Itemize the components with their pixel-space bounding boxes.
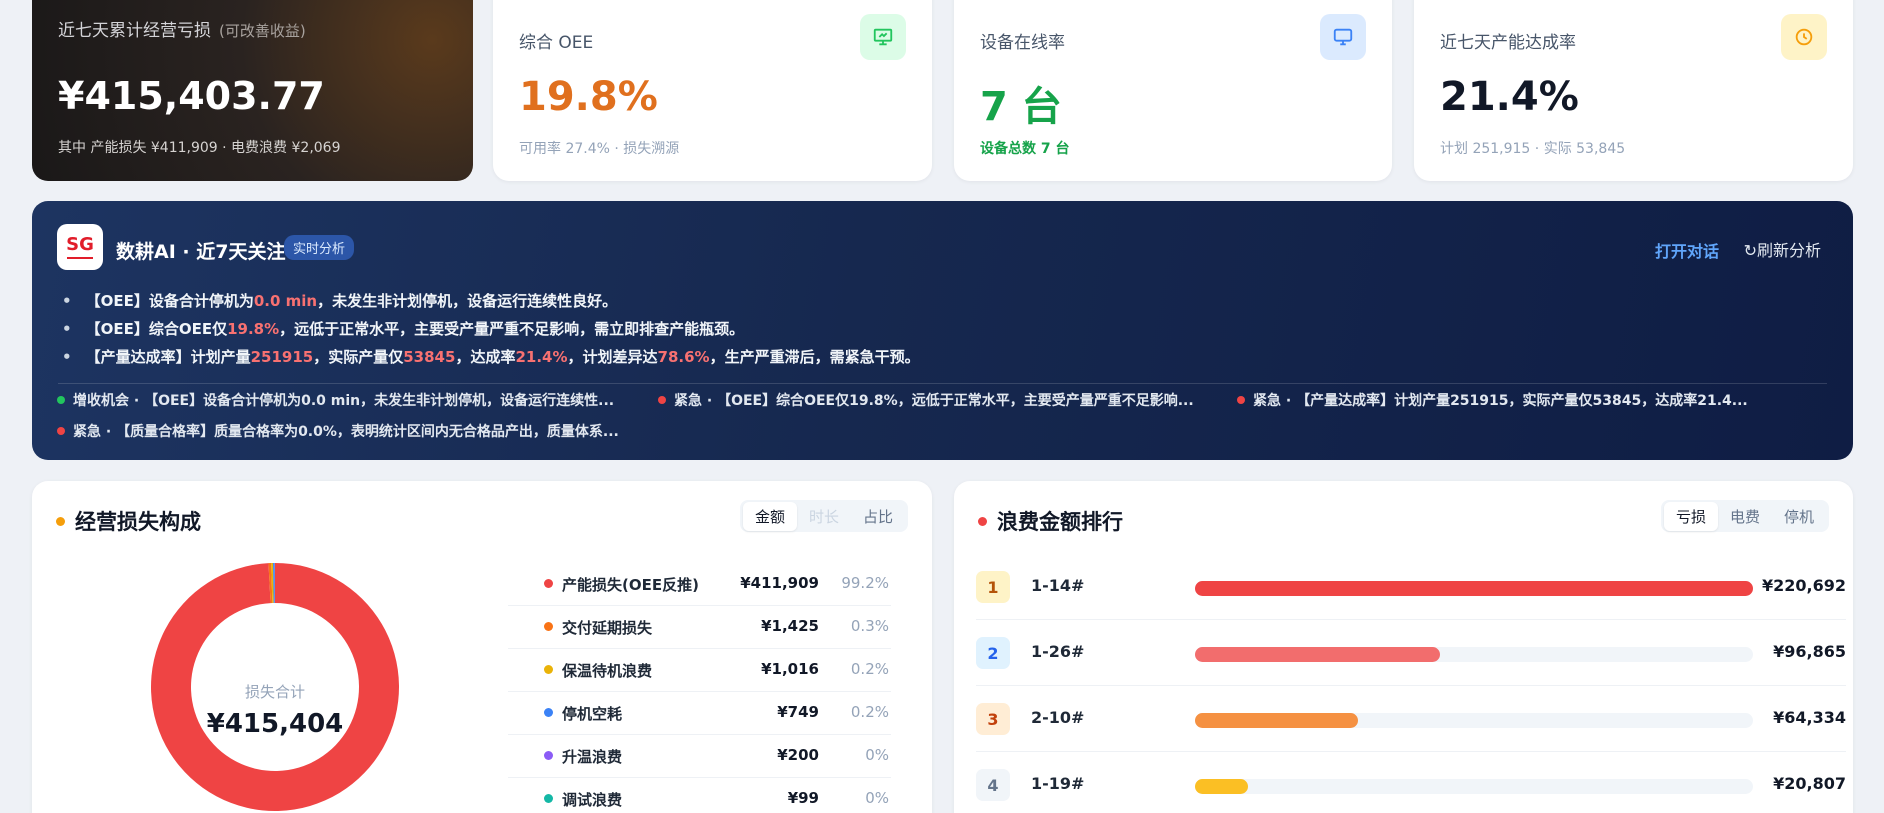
kpi-loss-value: ¥415,403.77 [58, 74, 325, 118]
kpi-oee-title: 综合 OEE [519, 33, 594, 53]
tab-downtime[interactable]: 停机 [1772, 502, 1826, 531]
legend-row[interactable]: 升温浪费 ¥200 0% [508, 735, 891, 778]
kpi-online-sub: 设备总数 7 台 [980, 141, 1070, 157]
clock-icon [1781, 14, 1827, 60]
waste-ranking-panel: 浪费金额排行 亏损 电费 停机 1 1-14# ¥220,692 2 1-26# ¥96,… [954, 481, 1853, 813]
tab-duration[interactable]: 时长 [797, 502, 851, 531]
legend-row[interactable]: 调试浪费 ¥99 0% [508, 778, 891, 813]
rank-bar-track [1195, 713, 1753, 728]
rank-bar-track [1195, 647, 1753, 662]
kpi-card-loss: 近七天累计经营亏损 (可改善收益) ¥415,403.77 其中 产能损失 ¥41… [32, 0, 473, 181]
kpi-capacity-title: 近七天产能达成率 [1440, 33, 1576, 53]
donut-center-value: ¥415,404 [206, 709, 344, 739]
kpi-card-capacity: 近七天产能达成率 21.4% 计划 251,915 · 实际 53,845 [1414, 0, 1853, 181]
rank-bar-fill [1195, 713, 1358, 728]
ai-tag[interactable]: 紧急 · 【OEE】综合OEE仅19.8%，远低于正常水平，主要受产量严重不足影… [658, 390, 1194, 410]
ai-insight-panel: SG 数耕AI · 近7天关注 实时分析 打开对话 ↻刷新分析 【OEE】设备合… [32, 201, 1853, 460]
rank-value: ¥96,865 [1773, 642, 1846, 661]
rank-badge: 3 [976, 703, 1010, 735]
tab-share[interactable]: 占比 [851, 502, 905, 531]
kpi-online-title: 设备在线率 [980, 33, 1065, 53]
rank-bar-fill [1195, 581, 1753, 596]
refresh-analysis-button[interactable]: ↻刷新分析 [1744, 237, 1821, 261]
ai-logo: SG [57, 224, 103, 270]
rank-device-name: 1-19# [1031, 774, 1085, 793]
ai-bullet: 【OEE】设备合计停机为0.0 min，未发生非计划停机，设备运行连续性良好。 [62, 287, 920, 315]
rank-bar-track [1195, 779, 1753, 794]
kpi-card-oee: 综合 OEE 19.8% 可用率 27.4% · 损失溯源 [493, 0, 932, 181]
loss-composition-title: 经营损失构成 [56, 506, 201, 536]
legend-row[interactable]: 停机空耗 ¥749 0.2% [508, 692, 891, 735]
waste-tab-group: 亏损 电费 停机 [1660, 500, 1829, 532]
ai-logo-text: SG [66, 233, 94, 255]
refresh-icon: ↻ [1743, 241, 1757, 260]
ai-bullet: 【产量达成率】计划产量251915，实际产量仅53845，达成率21.4%，计划… [62, 343, 920, 371]
kpi-loss-note: (可改善收益) [219, 22, 306, 40]
rank-badge: 2 [976, 637, 1010, 669]
open-chat-link[interactable]: 打开对话 [1655, 238, 1719, 262]
tab-amount[interactable]: 金额 [742, 501, 797, 531]
rank-bar-fill [1195, 779, 1248, 794]
legend-row[interactable]: 交付延期损失 ¥1,425 0.3% [508, 606, 891, 649]
kpi-card-online: 设备在线率 7 台 设备总数 7 台 [954, 0, 1392, 181]
tab-electricity[interactable]: 电费 [1718, 502, 1772, 531]
rank-device-name: 1-26# [1031, 642, 1085, 661]
rank-value: ¥64,334 [1773, 708, 1846, 727]
ranking-row[interactable]: 3 2-10# ¥64,334 [976, 686, 1846, 752]
kpi-capacity-sub: 计划 251,915 · 实际 53,845 [1440, 141, 1626, 157]
rank-bar-track [1195, 581, 1753, 596]
waste-ranking-title: 浪费金额排行 [978, 506, 1123, 536]
ai-title: 数耕AI · 近7天关注 [116, 241, 286, 263]
monitor-icon [1320, 14, 1366, 60]
ranking-row[interactable]: 4 1-19# ¥20,807 [976, 752, 1846, 813]
kpi-loss-title: 近七天累计经营亏损 (可改善收益) [58, 21, 306, 41]
ai-bullet: 【OEE】综合OEE仅19.8%，远低于正常水平，主要受产量严重不足影响，需立即… [62, 315, 920, 343]
kpi-loss-sub: 其中 产能损失 ¥411,909 · 电费浪费 ¥2,069 [58, 140, 341, 156]
loss-donut-chart [151, 563, 399, 811]
donut-center-label: 损失合计 [244, 683, 305, 701]
legend-row[interactable]: 保温待机浪费 ¥1,016 0.2% [508, 649, 891, 692]
ai-tag[interactable]: 紧急 · 【产量达成率】计划产量251915，实际产量仅53845，达成率21.… [1237, 390, 1748, 410]
kpi-oee-value: 19.8% [519, 74, 658, 120]
kpi-online-value: 7 台 [980, 84, 1062, 130]
loss-composition-panel: 经营损失构成 金额 时长 占比 损失合计 ¥415,404 产能损失(OEE反推… [32, 481, 932, 813]
rank-badge: 4 [976, 769, 1010, 801]
loss-tab-group: 金额 时长 占比 [739, 500, 908, 532]
ai-tag[interactable]: 增收机会 · 【OEE】设备合计停机为0.0 min，未发生非计划停机，设备运行… [57, 390, 614, 410]
rank-value: ¥220,692 [1761, 576, 1846, 595]
ranking-row[interactable]: 1 1-14# ¥220,692 [976, 554, 1846, 620]
presentation-chart-icon [860, 14, 906, 60]
rank-device-name: 2-10# [1031, 708, 1085, 727]
legend-row[interactable]: 产能损失(OEE反推) ¥411,909 99.2% [508, 563, 891, 606]
ranking-row[interactable]: 2 1-26# ¥96,865 [976, 620, 1846, 686]
rank-device-name: 1-14# [1031, 576, 1085, 595]
ai-tag[interactable]: 紧急 · 【质量合格率】质量合格率为0.0%，表明统计区间内无合格品产出，质量体… [57, 421, 619, 441]
tab-loss[interactable]: 亏损 [1663, 501, 1718, 531]
rank-badge: 1 [976, 571, 1010, 603]
rank-value: ¥20,807 [1773, 774, 1846, 793]
ai-bullet-list: 【OEE】设备合计停机为0.0 min，未发生非计划停机，设备运行连续性良好。 … [62, 287, 920, 371]
kpi-capacity-value: 21.4% [1440, 74, 1579, 120]
ai-realtime-badge: 实时分析 [284, 235, 355, 260]
rank-bar-fill [1195, 647, 1440, 662]
kpi-oee-sub[interactable]: 可用率 27.4% · 损失溯源 [519, 138, 679, 158]
